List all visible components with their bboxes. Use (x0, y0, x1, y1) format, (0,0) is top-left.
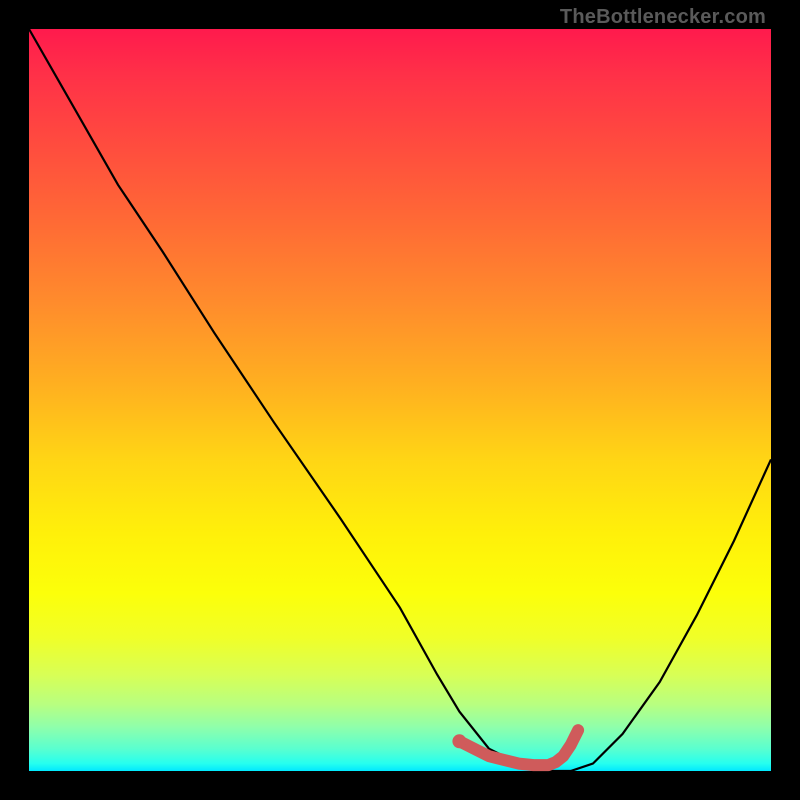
chart-overlay (29, 29, 771, 771)
attribution-label: TheBottlenecker.com (560, 6, 766, 29)
bottleneck-curve (29, 29, 771, 771)
optimal-dot (452, 734, 466, 748)
